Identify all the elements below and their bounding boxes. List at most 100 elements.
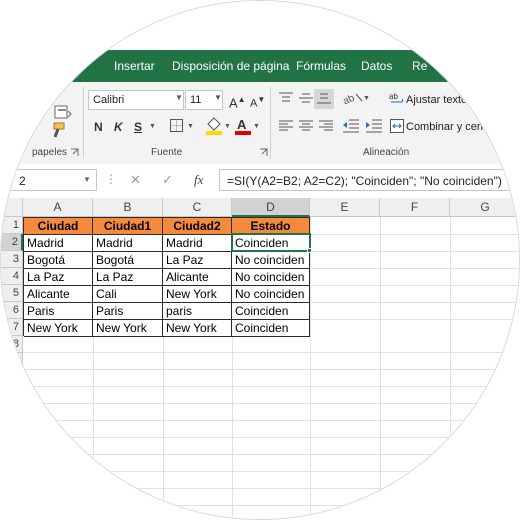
chevron-down-icon[interactable]: ▼: [83, 175, 91, 184]
row-header[interactable]: 8: [1, 336, 23, 353]
row-header[interactable]: 3: [1, 251, 23, 268]
table-cell[interactable]: paris: [163, 303, 232, 320]
gridline: [163, 336, 164, 519]
gridline: [23, 505, 519, 506]
table-cell[interactable]: Paris: [24, 303, 93, 320]
tab-revisar[interactable]: Re: [412, 59, 427, 73]
column-header-f[interactable]: F: [380, 198, 450, 217]
fill-color-icon[interactable]: [205, 116, 223, 135]
bold-button[interactable]: N: [94, 118, 103, 136]
table-cell[interactable]: Alicante: [24, 286, 93, 303]
orientation-icon[interactable]: ab: [342, 91, 364, 105]
chevron-down-icon[interactable]: ▼: [187, 123, 194, 130]
underline-button[interactable]: S: [134, 118, 142, 136]
table-cell[interactable]: Alicante: [163, 269, 232, 286]
row-header[interactable]: 6: [1, 302, 23, 319]
chevron-down-icon[interactable]: ▼: [175, 93, 183, 102]
merge-icon[interactable]: [389, 118, 405, 134]
align-right-icon[interactable]: [318, 120, 334, 132]
merge-label[interactable]: Combinar y centrar: [406, 121, 500, 133]
column-header-e[interactable]: E: [310, 198, 380, 217]
header-cell-ciudad1[interactable]: Ciudad1: [93, 218, 163, 235]
row-header[interactable]: 17: [1, 489, 23, 506]
row-header[interactable]: 9: [1, 353, 23, 370]
decrease-indent-icon[interactable]: [342, 118, 360, 134]
table-cell[interactable]: New York: [163, 320, 232, 337]
tab-disposicion-pagina[interactable]: Disposición de página: [172, 59, 289, 73]
row-header[interactable]: 1: [1, 217, 23, 234]
column-header-a[interactable]: A: [23, 198, 93, 217]
header-cell-ciudad[interactable]: Ciudad: [24, 218, 93, 235]
align-top-icon[interactable]: [278, 92, 294, 104]
gridline: [232, 336, 233, 519]
svg-text:A: A: [237, 117, 247, 132]
row-header[interactable]: 15: [1, 455, 23, 472]
tab-formulas[interactable]: Fórmulas: [296, 59, 346, 73]
table-cell[interactable]: Madrid: [24, 235, 93, 252]
tab-insertar[interactable]: Insertar: [114, 59, 155, 73]
row-header[interactable]: 11: [1, 387, 23, 404]
row-header[interactable]: 13: [1, 421, 23, 438]
align-bottom-icon[interactable]: [314, 89, 334, 109]
row-header[interactable]: 4: [1, 268, 23, 285]
row-header[interactable]: 7: [1, 319, 23, 336]
table-cell[interactable]: Coinciden: [232, 320, 310, 337]
wrap-text-icon[interactable]: ab: [389, 90, 405, 106]
table-cell[interactable]: Madrid: [163, 235, 232, 252]
table-cell[interactable]: La Paz: [24, 269, 93, 286]
cancel-icon[interactable]: ✕: [130, 171, 141, 189]
chevron-down-icon[interactable]: ▼: [214, 93, 222, 102]
table-cell[interactable]: No coinciden: [232, 286, 310, 303]
table-cell[interactable]: Bogotá: [24, 252, 93, 269]
table-cell[interactable]: Paris: [93, 303, 163, 320]
row-header[interactable]: 14: [1, 438, 23, 455]
table-cell[interactable]: New York: [93, 320, 163, 337]
table-cell[interactable]: No coinciden: [232, 269, 310, 286]
table-cell[interactable]: No coinciden: [232, 252, 310, 269]
shrink-font-icon[interactable]: A▼: [250, 91, 265, 113]
more-icon: ⋮: [105, 172, 117, 186]
column-header-d[interactable]: D: [232, 198, 310, 217]
align-center-icon[interactable]: [298, 120, 314, 132]
table-cell[interactable]: La Paz: [93, 269, 163, 286]
excel-window: Insertar Disposición de página Fórmulas …: [0, 0, 520, 520]
italic-button[interactable]: K: [114, 118, 123, 136]
row-header[interactable]: 18: [1, 506, 23, 519]
chevron-down-icon[interactable]: ▼: [363, 95, 370, 102]
table-cell[interactable]: Madrid: [93, 235, 163, 252]
row-header[interactable]: 16: [1, 472, 23, 489]
align-left-icon[interactable]: [278, 120, 294, 132]
header-cell-ciudad2[interactable]: Ciudad2: [163, 218, 232, 235]
fill-handle[interactable]: [307, 248, 312, 253]
tab-datos[interactable]: Datos: [361, 59, 392, 73]
format-painter-icon[interactable]: [49, 122, 67, 138]
wrap-text-label[interactable]: Ajustar texto: [406, 94, 467, 106]
table-cell[interactable]: Cali: [93, 286, 163, 303]
table-cell[interactable]: New York: [24, 320, 93, 337]
confirm-icon[interactable]: ✓: [162, 171, 173, 189]
column-header-g[interactable]: G: [450, 198, 519, 217]
chevron-down-icon[interactable]: ▼: [253, 123, 260, 130]
select-all-corner[interactable]: [1, 198, 23, 217]
dialog-launcher-icon[interactable]: [70, 148, 79, 157]
table-cell[interactable]: New York: [163, 286, 232, 303]
table-cell[interactable]: Bogotá: [93, 252, 163, 269]
row-header[interactable]: 5: [1, 285, 23, 302]
align-middle-icon[interactable]: [298, 92, 314, 104]
chevron-down-icon[interactable]: ▼: [149, 123, 156, 130]
grow-font-icon[interactable]: A▲: [229, 91, 246, 112]
chevron-down-icon[interactable]: ▼: [224, 123, 231, 130]
row-header[interactable]: 10: [1, 370, 23, 387]
font-color-icon[interactable]: A: [234, 116, 252, 135]
paste-icon[interactable]: [53, 105, 73, 119]
row-header[interactable]: 12: [1, 404, 23, 421]
column-header-b[interactable]: B: [93, 198, 163, 217]
table-cell[interactable]: La Paz: [163, 252, 232, 269]
column-header-c[interactable]: C: [163, 198, 232, 217]
row-header[interactable]: 2: [1, 234, 23, 251]
increase-indent-icon[interactable]: [365, 118, 383, 134]
function-icon[interactable]: fx: [194, 171, 203, 189]
table-cell[interactable]: Coinciden: [232, 303, 310, 320]
border-icon[interactable]: [169, 118, 185, 134]
dialog-launcher-icon[interactable]: [259, 148, 268, 157]
